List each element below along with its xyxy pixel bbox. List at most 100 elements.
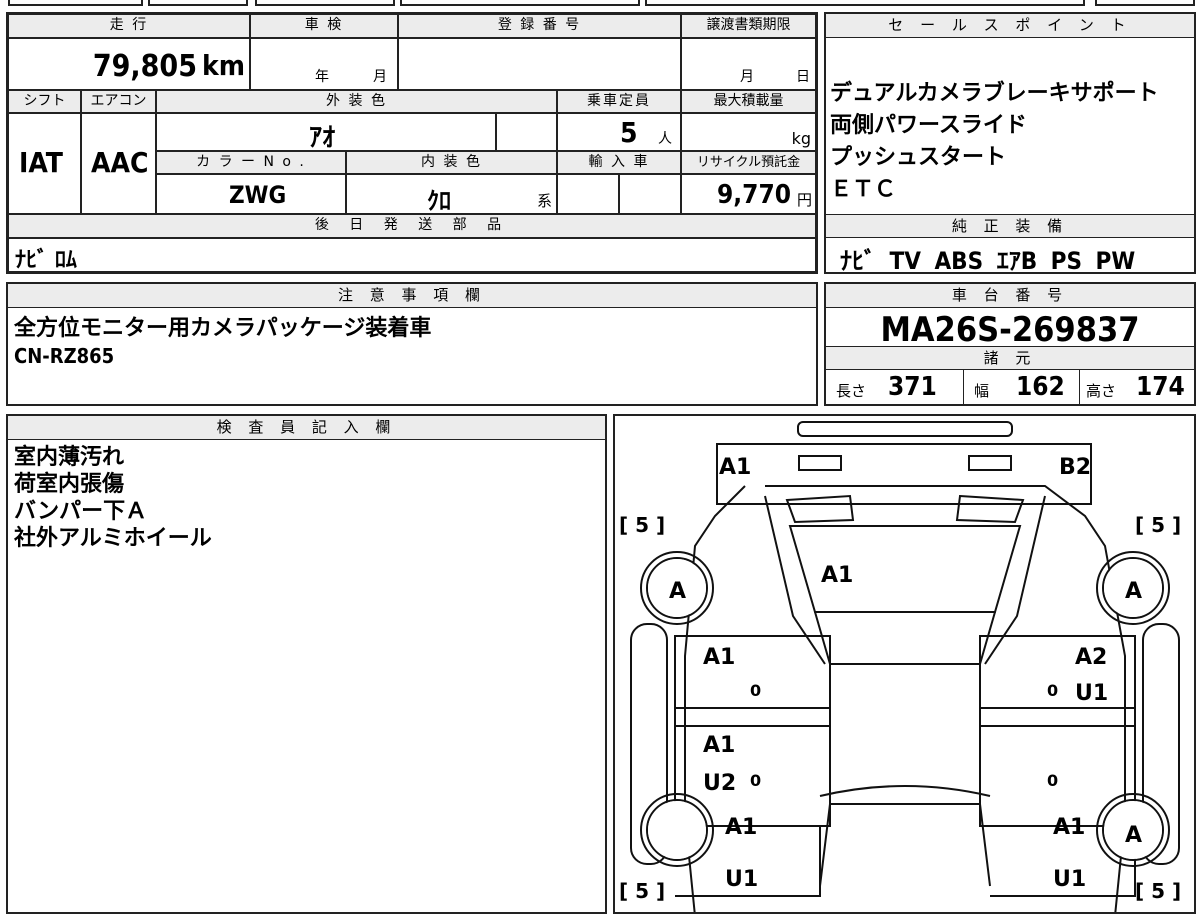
inspector-note: 荷室内張傷 — [14, 472, 125, 497]
roof-trim — [814, 611, 996, 665]
mark-front-left: A1 — [719, 455, 751, 480]
sales-point-item: 両側パワースライド — [830, 113, 1027, 138]
sales-point-item: デュアルカメラブレーキサポート — [830, 81, 1159, 106]
spec-height: 高さ 174 — [1080, 370, 1194, 404]
mark-door-fr-2: U1 — [1075, 681, 1108, 706]
mark-wheel-rr: A — [1125, 823, 1142, 848]
mileage-value: 79,805 — [92, 49, 197, 84]
interior-color-value: ｸﾛ — [427, 187, 451, 215]
import-cell-2 — [619, 174, 681, 214]
exterior-color-extra — [496, 113, 557, 151]
recycle-cell: 9,770 円 — [681, 174, 816, 214]
mark-door-rl-2: U2 — [703, 771, 736, 796]
spec-length-label: 長さ — [836, 382, 867, 400]
spec-height-label: 高さ — [1086, 382, 1117, 400]
headlight-left — [798, 455, 842, 471]
capacity-cell: 5 人 — [557, 113, 681, 151]
mark-door-rl-1: A1 — [703, 733, 735, 758]
mark-rear-l: U1 — [725, 867, 758, 892]
zero-mark: 0 — [750, 681, 761, 700]
inspector-header: 検 査 員 記 入 欄 — [8, 416, 605, 440]
roof — [829, 663, 981, 805]
top-strip — [255, 0, 395, 6]
sales-points-box: セ ー ル ス ポ イ ン ト デュアルカメラブレーキサポート 両側パワースライ… — [824, 12, 1196, 275]
rear-roof-curve — [819, 785, 991, 797]
registration-label: 登 録 番 号 — [398, 14, 681, 38]
capacity-unit: 人 — [658, 131, 672, 147]
transfer-day-unit: 日 — [796, 69, 810, 85]
top-strip — [645, 0, 1085, 6]
chassis-box: 車 台 番 号 MA26S-269837 諸 元 長さ 371 幅 162 高さ… — [824, 282, 1196, 406]
notes-header: 注 意 事 項 欄 — [8, 284, 816, 308]
color-no-cell: ZWG — [156, 174, 346, 214]
mark-quarter-l: A1 — [725, 815, 757, 840]
top-strip — [8, 0, 143, 6]
headlight-right — [968, 455, 1012, 471]
tire-depth-rl: [ 5 ] — [619, 879, 665, 903]
top-strip — [148, 0, 248, 6]
zero-mark: 0 — [1047, 771, 1058, 790]
capacity-value: 5 — [620, 116, 638, 149]
import-cell-1 — [557, 174, 619, 214]
mark-wheel-fr: A — [1125, 579, 1142, 604]
sales-point-item: ＥＴＣ — [830, 177, 897, 202]
inspector-note: 社外アルミホイール — [14, 526, 212, 551]
car-diagram: A1 B2 A1 A A A A1 A2 U1 A1 U2 A1 A1 U1 U… — [619, 421, 1181, 912]
interior-color-cell: ｸﾛ 系 — [346, 174, 557, 215]
transfer-month-unit: 月 — [740, 69, 754, 85]
aircon-cell: AAC — [81, 113, 156, 214]
mark-door-fl: A1 — [703, 645, 735, 670]
inspector-note: 室内薄汚れ — [14, 445, 125, 470]
max-load-label: 最大積載量 — [681, 90, 816, 113]
top-strip — [1095, 0, 1195, 6]
notes-line-2: CN-RZ865 — [14, 344, 115, 368]
rear-window — [819, 803, 991, 887]
recycle-label: リサイクル預託金 — [681, 151, 816, 174]
tire-depth-fr: [ 5 ] — [1135, 513, 1181, 537]
damage-diagram-box: A1 B2 A1 A A A A1 A2 U1 A1 U2 A1 A1 U1 U… — [613, 414, 1196, 914]
registration-cell — [398, 38, 681, 90]
recycle-value: 9,770 — [717, 180, 791, 210]
mileage-cell: 79,805 km — [8, 38, 250, 90]
spec-width-value: 162 — [1016, 372, 1065, 402]
specs-header: 諸 元 — [826, 346, 1194, 370]
notes-line-1: 全方位モニター用カメラパッケージ装着車 — [14, 316, 432, 341]
shift-label: シフト — [8, 90, 81, 113]
transfer-deadline-label: 譲渡書類期限 — [681, 14, 816, 38]
spec-width-label: 幅 — [974, 382, 990, 400]
sales-points-list: デュアルカメラブレーキサポート 両側パワースライド プッシュスタート ＥＴＣ — [830, 78, 1159, 206]
chassis-header: 車 台 番 号 — [826, 284, 1194, 308]
aircon-value: AAC — [91, 146, 149, 179]
genuine-equipment-value: ﾅﾋﾞ TV ABS ｴｱB PS PW — [840, 247, 1136, 275]
spec-height-value: 174 — [1136, 372, 1185, 402]
inspector-notes-list: 室内薄汚れ 荷室内張傷 バンパー下Ａ 社外アルミホイール — [14, 444, 212, 552]
max-load-cell: kg — [681, 113, 816, 151]
color-no-label: カ ラ ー N o . — [156, 151, 346, 174]
interior-color-suffix: 系 — [536, 192, 552, 210]
aircon-label: エアコン — [81, 90, 156, 113]
tire-depth-fl: [ 5 ] — [619, 513, 665, 537]
spec-length-value: 371 — [888, 372, 937, 402]
wiper-left — [785, 494, 855, 524]
notes-box: 注 意 事 項 欄 全方位モニター用カメラパッケージ装着車 CN-RZ865 — [6, 282, 818, 406]
shift-cell: IAT — [8, 113, 81, 214]
mark-quarter-r: A1 — [1053, 815, 1085, 840]
color-no-value: ZWG — [229, 181, 287, 209]
sales-points-header: セ ー ル ス ポ イ ン ト — [826, 14, 1194, 38]
inspector-note: バンパー下Ａ — [14, 499, 148, 524]
mileage-unit: km — [202, 49, 245, 82]
mark-door-fr-1: A2 — [1075, 645, 1107, 670]
zero-mark: 0 — [750, 771, 761, 790]
later-parts-cell: ﾅﾋﾞ ﾛﾑ — [8, 238, 816, 273]
inspector-box: 検 査 員 記 入 欄 室内薄汚れ 荷室内張傷 バンパー下Ａ 社外アルミホイール — [6, 414, 607, 914]
wiper-right — [955, 494, 1025, 524]
vehicle-info-box: 走 行 車 検 登 録 番 号 譲渡書類期限 79,805 km 年 月 月 日… — [6, 12, 818, 274]
transfer-deadline-cell: 月 日 — [681, 38, 816, 90]
mark-wheel-fl: A — [669, 579, 686, 604]
exterior-color-value: ｱｵ — [309, 123, 336, 153]
inspection-month-unit: 月 — [373, 69, 387, 85]
mark-rear-r: U1 — [1053, 867, 1086, 892]
zero-mark: 0 — [1047, 681, 1058, 700]
exterior-color-cell: ｱｵ — [156, 113, 496, 153]
spec-width: 幅 162 — [964, 370, 1080, 404]
